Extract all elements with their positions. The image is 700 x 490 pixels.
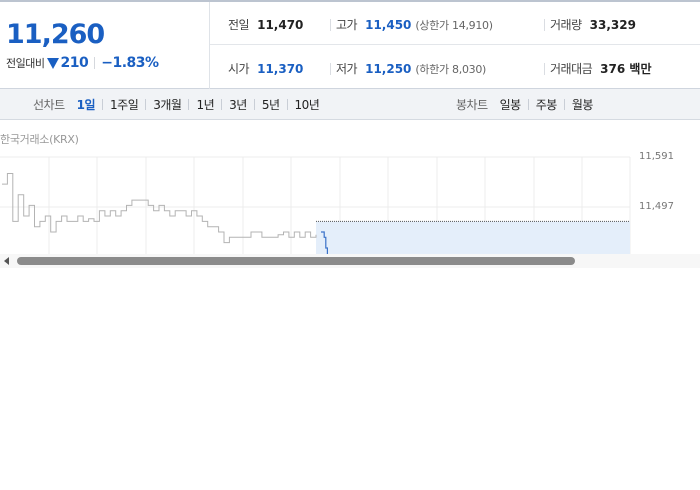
chart-scrollbar[interactable] [0, 254, 700, 268]
scroll-left-icon[interactable] [4, 257, 9, 265]
y-axis-label: 11,591 [639, 151, 674, 162]
y-axis-label: 11,497 [639, 201, 674, 212]
price-chart [0, 156, 631, 254]
scroll-thumb[interactable] [17, 257, 575, 265]
below-reference-area [316, 221, 630, 254]
